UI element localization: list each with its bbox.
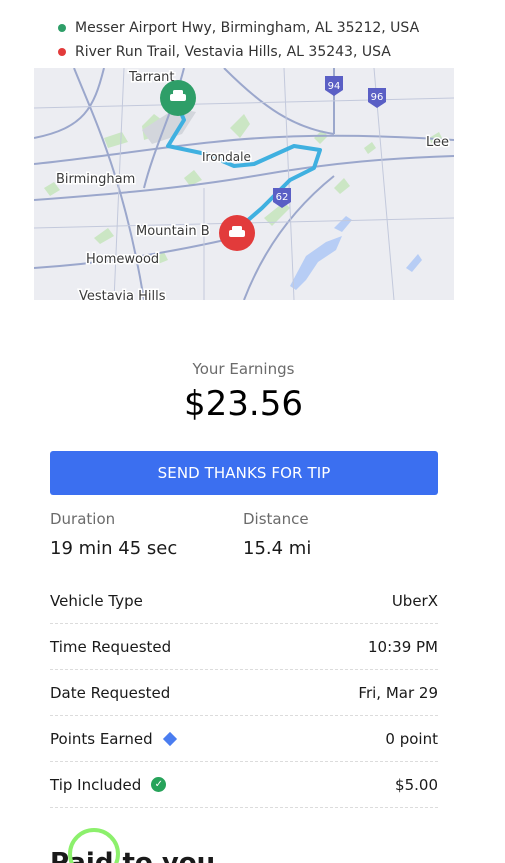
detail-value: $5.00 bbox=[395, 775, 438, 794]
detail-label: Time Requested bbox=[50, 637, 172, 656]
cursor-highlight bbox=[68, 828, 120, 863]
detail-label: Points Earned bbox=[50, 729, 153, 748]
dropoff-address: River Run Trail, Vestavia Hills, AL 3524… bbox=[75, 44, 391, 60]
earnings-label: Your Earnings bbox=[192, 360, 295, 378]
detail-row-time-requested: Time Requested 10:39 PM bbox=[50, 624, 438, 670]
shield-62-label: 62 bbox=[276, 192, 289, 203]
trip-details-list: Vehicle Type UberX Time Requested 10:39 … bbox=[50, 578, 438, 808]
dropoff-location: River Run Trail, Vestavia Hills, AL 3524… bbox=[58, 40, 419, 64]
detail-value: 0 point bbox=[385, 729, 438, 748]
map-label-homewood: Homewood bbox=[86, 252, 159, 267]
distance-stat: Distance 15.4 mi bbox=[243, 510, 311, 559]
shield-94-label: 94 bbox=[328, 81, 341, 92]
dropoff-marker-icon bbox=[219, 215, 255, 251]
detail-row-date-requested: Date Requested Fri, Mar 29 bbox=[50, 670, 438, 716]
shield-96-icon: 96 bbox=[368, 88, 386, 108]
earnings-amount: $23.56 bbox=[184, 384, 303, 424]
pickup-location: Messer Airport Hwy, Birmingham, AL 35212… bbox=[58, 16, 419, 40]
map-label-irondale: Irondale bbox=[202, 150, 251, 164]
map-label-vestavia: Vestavia Hills bbox=[79, 289, 166, 300]
map-label-tarrant: Tarrant bbox=[128, 70, 175, 85]
map-label-birmingham: Birmingham bbox=[56, 172, 135, 187]
duration-stat: Duration 19 min 45 sec bbox=[50, 510, 177, 559]
detail-label-wrap: Tip Included ✓ bbox=[50, 775, 167, 794]
distance-value: 15.4 mi bbox=[243, 538, 312, 559]
check-circle-icon: ✓ bbox=[151, 777, 167, 792]
pickup-marker-icon bbox=[160, 80, 196, 116]
trip-locations: Messer Airport Hwy, Birmingham, AL 35212… bbox=[58, 16, 419, 64]
distance-label: Distance bbox=[243, 510, 309, 528]
send-thanks-button[interactable]: SEND THANKS FOR TIP bbox=[50, 451, 438, 495]
map-label-mountain-brook: Mountain B bbox=[136, 224, 210, 239]
map-label-leeds: Lee bbox=[426, 135, 449, 150]
dropoff-dot-icon bbox=[58, 48, 66, 56]
points-gem-icon[interactable] bbox=[162, 731, 177, 746]
duration-label: Duration bbox=[50, 510, 116, 528]
detail-label-wrap: Points Earned bbox=[50, 729, 177, 748]
detail-label: Date Requested bbox=[50, 683, 171, 702]
detail-value: UberX bbox=[391, 591, 438, 610]
pickup-address: Messer Airport Hwy, Birmingham, AL 35212… bbox=[75, 20, 420, 36]
map-canvas: 94 96 62 Tarrant Irondale Birmingham Mou… bbox=[34, 68, 454, 300]
duration-value: 19 min 45 sec bbox=[50, 538, 178, 559]
detail-row-points-earned: Points Earned 0 point bbox=[50, 716, 438, 762]
detail-label: Tip Included bbox=[50, 775, 142, 794]
detail-row-vehicle-type: Vehicle Type UberX bbox=[50, 578, 438, 624]
detail-value: Fri, Mar 29 bbox=[358, 683, 438, 702]
detail-label: Vehicle Type bbox=[50, 591, 143, 610]
trip-map[interactable]: 94 96 62 Tarrant Irondale Birmingham Mou… bbox=[34, 68, 454, 300]
shield-62-icon: 62 bbox=[273, 188, 291, 208]
shield-94-icon: 94 bbox=[325, 76, 343, 96]
pickup-dot-icon bbox=[58, 24, 66, 32]
shield-96-label: 96 bbox=[371, 92, 384, 103]
detail-value: 10:39 PM bbox=[368, 637, 438, 656]
detail-row-tip-included: Tip Included ✓ $5.00 bbox=[50, 762, 438, 808]
